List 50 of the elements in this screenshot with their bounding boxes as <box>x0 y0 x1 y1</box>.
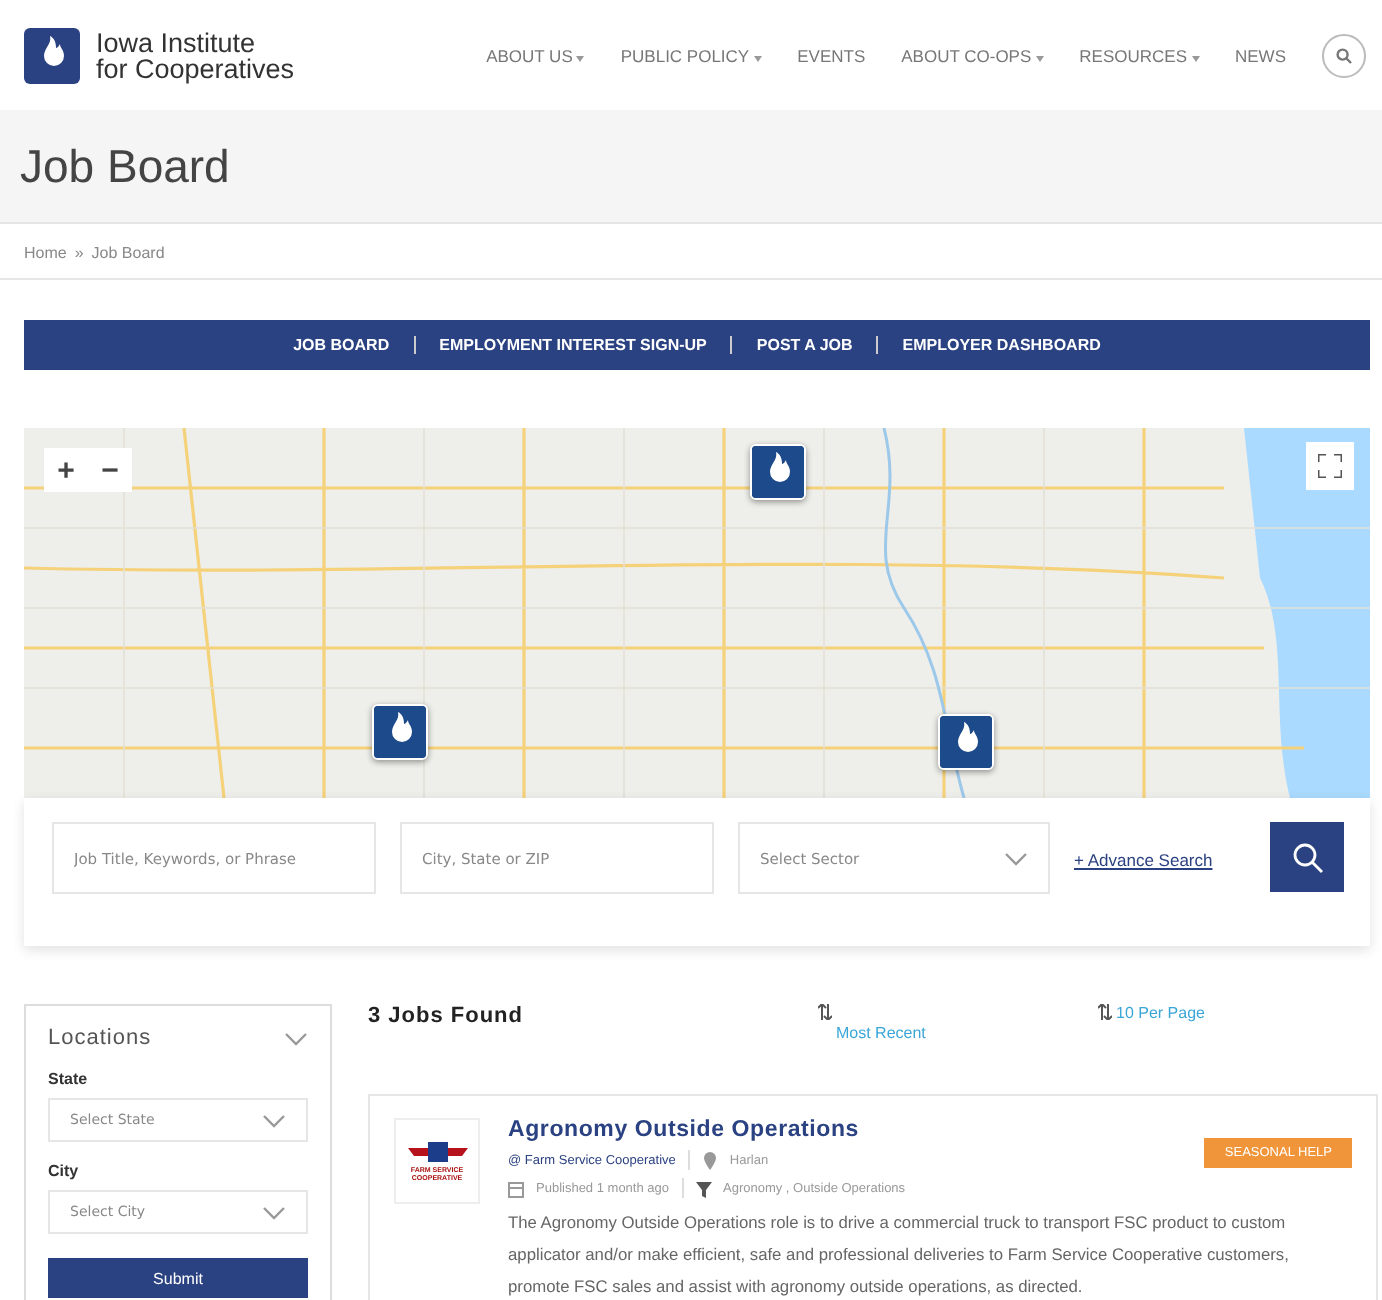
chevron-down-icon <box>262 1205 286 1219</box>
sort-dropdown[interactable]: Most Recent <box>836 1004 926 1042</box>
job-title-link[interactable]: Agronomy Outside Operations <box>508 1118 1352 1142</box>
submit-button[interactable]: Submit <box>48 1258 308 1298</box>
caret-icon <box>753 51 762 63</box>
job-nav-link[interactable]: EMPLOYER DASHBOARD <box>876 336 1101 354</box>
logo-icon <box>24 27 80 83</box>
field-label: City <box>48 1162 81 1180</box>
fullscreen-button[interactable] <box>1306 442 1354 490</box>
map-pin-icon[interactable] <box>938 714 995 771</box>
advance-search-link[interactable]: + Advance Search <box>1074 850 1213 870</box>
search-button[interactable] <box>1322 33 1366 77</box>
search-icon <box>1336 47 1352 63</box>
nav-link[interactable]: ABOUT CO-OPS <box>901 45 1044 65</box>
search-button[interactable] <box>1270 822 1344 892</box>
per-page-dropdown[interactable]: 10 Per Page <box>1116 1004 1205 1022</box>
breadcrumb-separator: » <box>74 244 84 262</box>
sort-icon <box>1098 1004 1112 1020</box>
caret-icon <box>1191 51 1199 63</box>
nav-link[interactable]: ABOUT US <box>486 45 585 65</box>
nav-link[interactable]: EVENTS <box>797 45 866 65</box>
breadcrumb-link[interactable]: Job Board <box>91 244 165 262</box>
filter-icon <box>695 1179 711 1197</box>
calendar-icon <box>508 1179 524 1197</box>
breadcrumb-link[interactable]: Home <box>24 244 67 262</box>
chevron-down-icon <box>284 1031 308 1045</box>
nav-link[interactable]: NEWS <box>1235 45 1286 65</box>
map-pin-icon[interactable] <box>749 444 806 501</box>
job-nav-link[interactable]: JOB BOARD <box>293 336 390 354</box>
chevron-down-icon <box>1004 851 1028 865</box>
map[interactable]: + − <box>24 428 1370 798</box>
page-title: Job Board <box>20 139 230 193</box>
map-pin-icon[interactable] <box>372 703 429 760</box>
panel-title: Locations <box>48 1026 152 1050</box>
chevron-down-icon <box>262 1113 286 1127</box>
logo-text: Iowa Institute for Cooperatives <box>96 29 295 81</box>
job-nav-link[interactable]: POST A JOB <box>730 336 853 354</box>
job-nav-link[interactable]: EMPLOYMENT INTEREST SIGN-UP <box>413 336 707 354</box>
job-description: The Agronomy Outside Operations role is to drive a commercial truck to transport FSC product to custom applicator and/or make efficient, safe and professional deliveries to Farm Service Cooperative customers, promote FSC sales and assist with agronomy outside operations, as directed. <box>508 1210 1291 1300</box>
results-count: 3 Jobs Found <box>368 1004 525 1032</box>
caret-icon <box>576 51 585 63</box>
nav-link[interactable]: RESOURCES <box>1079 45 1199 65</box>
field-label: State <box>48 1070 90 1088</box>
sort-icon <box>818 1004 832 1020</box>
fullscreen-icon <box>1318 454 1342 478</box>
logo-emblem-icon <box>407 1141 467 1161</box>
pin-icon <box>701 1151 718 1169</box>
caret-icon <box>1035 51 1044 63</box>
search-icon <box>1291 841 1323 873</box>
nav-link[interactable]: PUBLIC POLICY <box>620 45 762 65</box>
